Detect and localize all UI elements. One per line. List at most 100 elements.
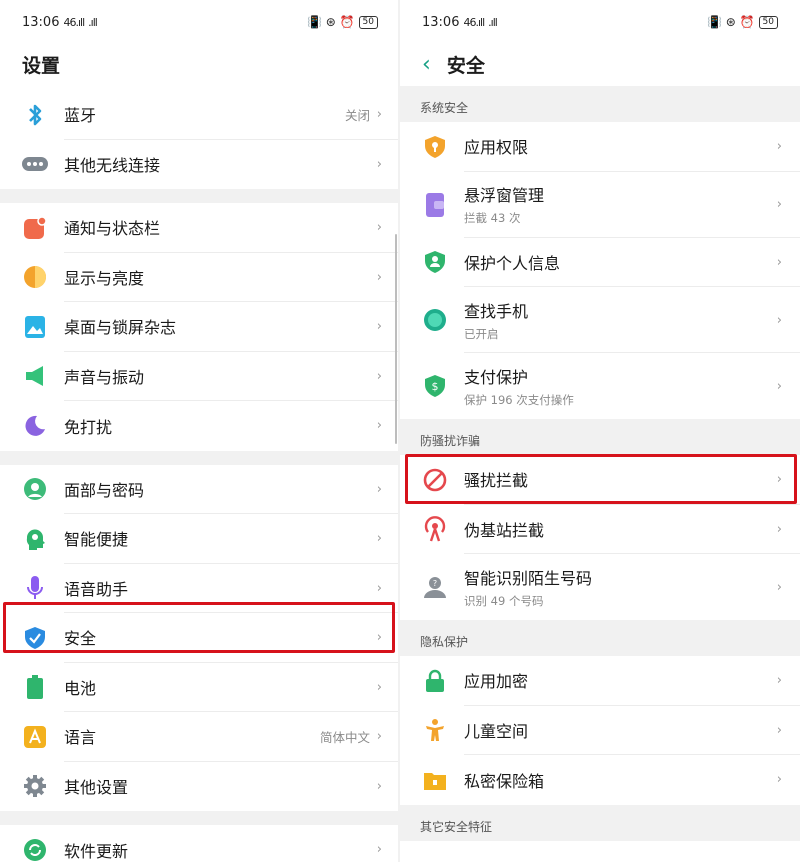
bluetooth-status: 关闭 <box>344 108 370 124</box>
brightness-icon <box>22 264 48 290</box>
settings-item-sound[interactable]: 声音与振动 › <box>0 351 400 401</box>
chevron-right-icon: › <box>776 197 782 212</box>
settings-item-wallpaper[interactable]: 桌面与锁屏杂志 › <box>0 302 400 352</box>
chevron-right-icon: › <box>376 418 382 434</box>
status-icons: 📳 ⊛ ⏰ <box>706 15 755 29</box>
settings-item-battery[interactable]: 电池 › <box>0 662 400 712</box>
chevron-right-icon: › <box>376 630 382 646</box>
settings-item-label: 其他无线连接 <box>64 156 161 176</box>
settings-screen: 13:06 46.ıll .ıll 📳 ⊛ ⏰ 50 设置 蓝牙 关闭 › 其他… <box>0 0 400 862</box>
key-shield-icon <box>422 134 448 160</box>
find-phone-icon <box>422 307 448 333</box>
block-icon <box>422 467 448 493</box>
security-item-label: 保护个人信息 <box>464 253 561 273</box>
battery-icon <box>22 674 48 700</box>
settings-item-language[interactable]: 语言 简体中文 › <box>0 712 400 762</box>
settings-item-label: 电池 <box>64 678 97 698</box>
settings-item-label: 软件更新 <box>64 841 129 861</box>
security-item-find-phone[interactable]: 查找手机 已开启 › <box>400 287 800 353</box>
settings-item-voice-assistant[interactable]: 语音助手 › <box>0 563 400 613</box>
security-item-kids-space[interactable]: 儿童空间 › <box>400 705 800 755</box>
chevron-right-icon: › <box>376 481 382 497</box>
language-icon <box>22 724 48 750</box>
wallpaper-icon <box>22 314 48 340</box>
settings-item-face-password[interactable]: 面部与密码 › <box>0 464 400 514</box>
status-bar: 13:06 46.ıll .ıll 📳 ⊛ ⏰ 50 <box>400 0 800 44</box>
unknown-caller-icon: ? <box>422 574 448 600</box>
section-header: 隐私保护 <box>400 620 800 656</box>
settings-item-other[interactable]: 其他设置 › <box>0 761 400 811</box>
signal-icon-2: .ıll <box>88 15 98 29</box>
settings-item-label: 安全 <box>64 629 97 649</box>
smart-head-icon <box>22 526 48 552</box>
lock-icon <box>422 668 448 694</box>
security-item-fake-station[interactable]: 伪基站拦截 › <box>400 504 800 554</box>
chevron-right-icon: › <box>376 368 382 384</box>
settings-item-update[interactable]: 软件更新 › <box>0 825 400 862</box>
settings-item-display[interactable]: 显示与亮度 › <box>0 252 400 302</box>
svg-text:?: ? <box>433 579 437 588</box>
settings-item-label: 智能便捷 <box>64 530 129 550</box>
chevron-right-icon: › <box>776 521 782 537</box>
settings-item-wireless[interactable]: 其他无线连接 › <box>0 139 400 189</box>
chevron-right-icon: › <box>776 579 782 595</box>
chevron-right-icon: › <box>376 729 382 745</box>
signal-icon-2: .ıll <box>488 15 498 29</box>
chevron-right-icon: › <box>376 531 382 547</box>
page-title: 设置 <box>22 54 61 77</box>
battery-indicator: 50 <box>758 15 778 29</box>
notification-icon <box>22 215 48 241</box>
scrollbar[interactable] <box>395 234 397 444</box>
chevron-right-icon: › <box>776 139 782 155</box>
security-item-floating-window[interactable]: 悬浮窗管理 拦截 43 次 › <box>400 171 800 238</box>
gear-icon <box>22 773 48 799</box>
chevron-right-icon: › <box>376 319 382 335</box>
signal-icon: 46.ıll <box>463 15 485 29</box>
status-time: 13:06 <box>422 14 460 30</box>
security-item-label: 应用权限 <box>464 138 529 158</box>
settings-item-label: 显示与亮度 <box>64 268 145 288</box>
security-item-harass-block[interactable]: 骚扰拦截 › <box>400 455 800 505</box>
nav-header: ‹ 安全 <box>400 44 800 84</box>
chevron-right-icon: › <box>776 378 782 394</box>
speaker-icon <box>22 363 48 389</box>
security-item-app-permission[interactable]: 应用权限 › <box>400 122 800 172</box>
security-item-safe[interactable]: 私密保险箱 › <box>400 755 800 805</box>
security-item-label: 儿童空间 <box>464 721 529 741</box>
screenshot: 13:06 46.ıll .ıll 📳 ⊛ ⏰ 50 设置 蓝牙 关闭 › 其他… <box>0 0 800 862</box>
settings-item-dnd[interactable]: 免打扰 › <box>0 401 400 451</box>
security-item-app-lock[interactable]: 应用加密 › <box>400 656 800 706</box>
svg-text:$: $ <box>432 380 439 393</box>
chevron-right-icon: › <box>376 580 382 596</box>
chevron-right-icon: › <box>376 842 382 858</box>
chevron-right-icon: › <box>376 220 382 236</box>
more-dots-icon <box>22 151 48 177</box>
settings-item-smart[interactable]: 智能便捷 › <box>0 514 400 564</box>
floating-window-icon <box>422 192 448 218</box>
settings-item-security[interactable]: 安全 › <box>0 613 400 663</box>
shield-check-icon <box>22 625 48 651</box>
security-item-subtitle: 已开启 <box>464 326 499 341</box>
security-item-personal-info[interactable]: 保护个人信息 › <box>400 237 800 287</box>
settings-item-label: 面部与密码 <box>64 480 145 500</box>
security-item-unknown-number[interactable]: ? 智能识别陌生号码 识别 49 个号码 › <box>400 554 800 620</box>
chevron-right-icon: › <box>376 778 382 794</box>
chevron-right-icon: › <box>776 722 782 738</box>
security-item-label: 查找手机 <box>464 301 529 321</box>
security-item-label: 悬浮窗管理 <box>464 186 545 205</box>
chevron-right-icon: › <box>376 679 382 695</box>
section-header: 防骚扰诈骗 <box>400 419 800 455</box>
moon-icon <box>22 413 48 439</box>
status-icons: 📳 ⊛ ⏰ <box>306 15 355 29</box>
chevron-right-icon: › <box>776 254 782 270</box>
back-arrow-icon[interactable]: ‹ <box>422 52 431 77</box>
security-item-label: 骚扰拦截 <box>464 471 529 491</box>
settings-item-notification[interactable]: 通知与状态栏 › <box>0 203 400 253</box>
security-item-payment[interactable]: $ 支付保护 保护 196 次支付操作 › <box>400 353 800 419</box>
person-shield-icon <box>422 249 448 275</box>
settings-item-label: 语音助手 <box>64 579 129 599</box>
security-item-label: 智能识别陌生号码 <box>464 569 593 588</box>
settings-item-bluetooth[interactable]: 蓝牙 关闭 › <box>0 90 400 140</box>
mic-icon <box>22 575 48 601</box>
safe-icon <box>422 767 448 793</box>
